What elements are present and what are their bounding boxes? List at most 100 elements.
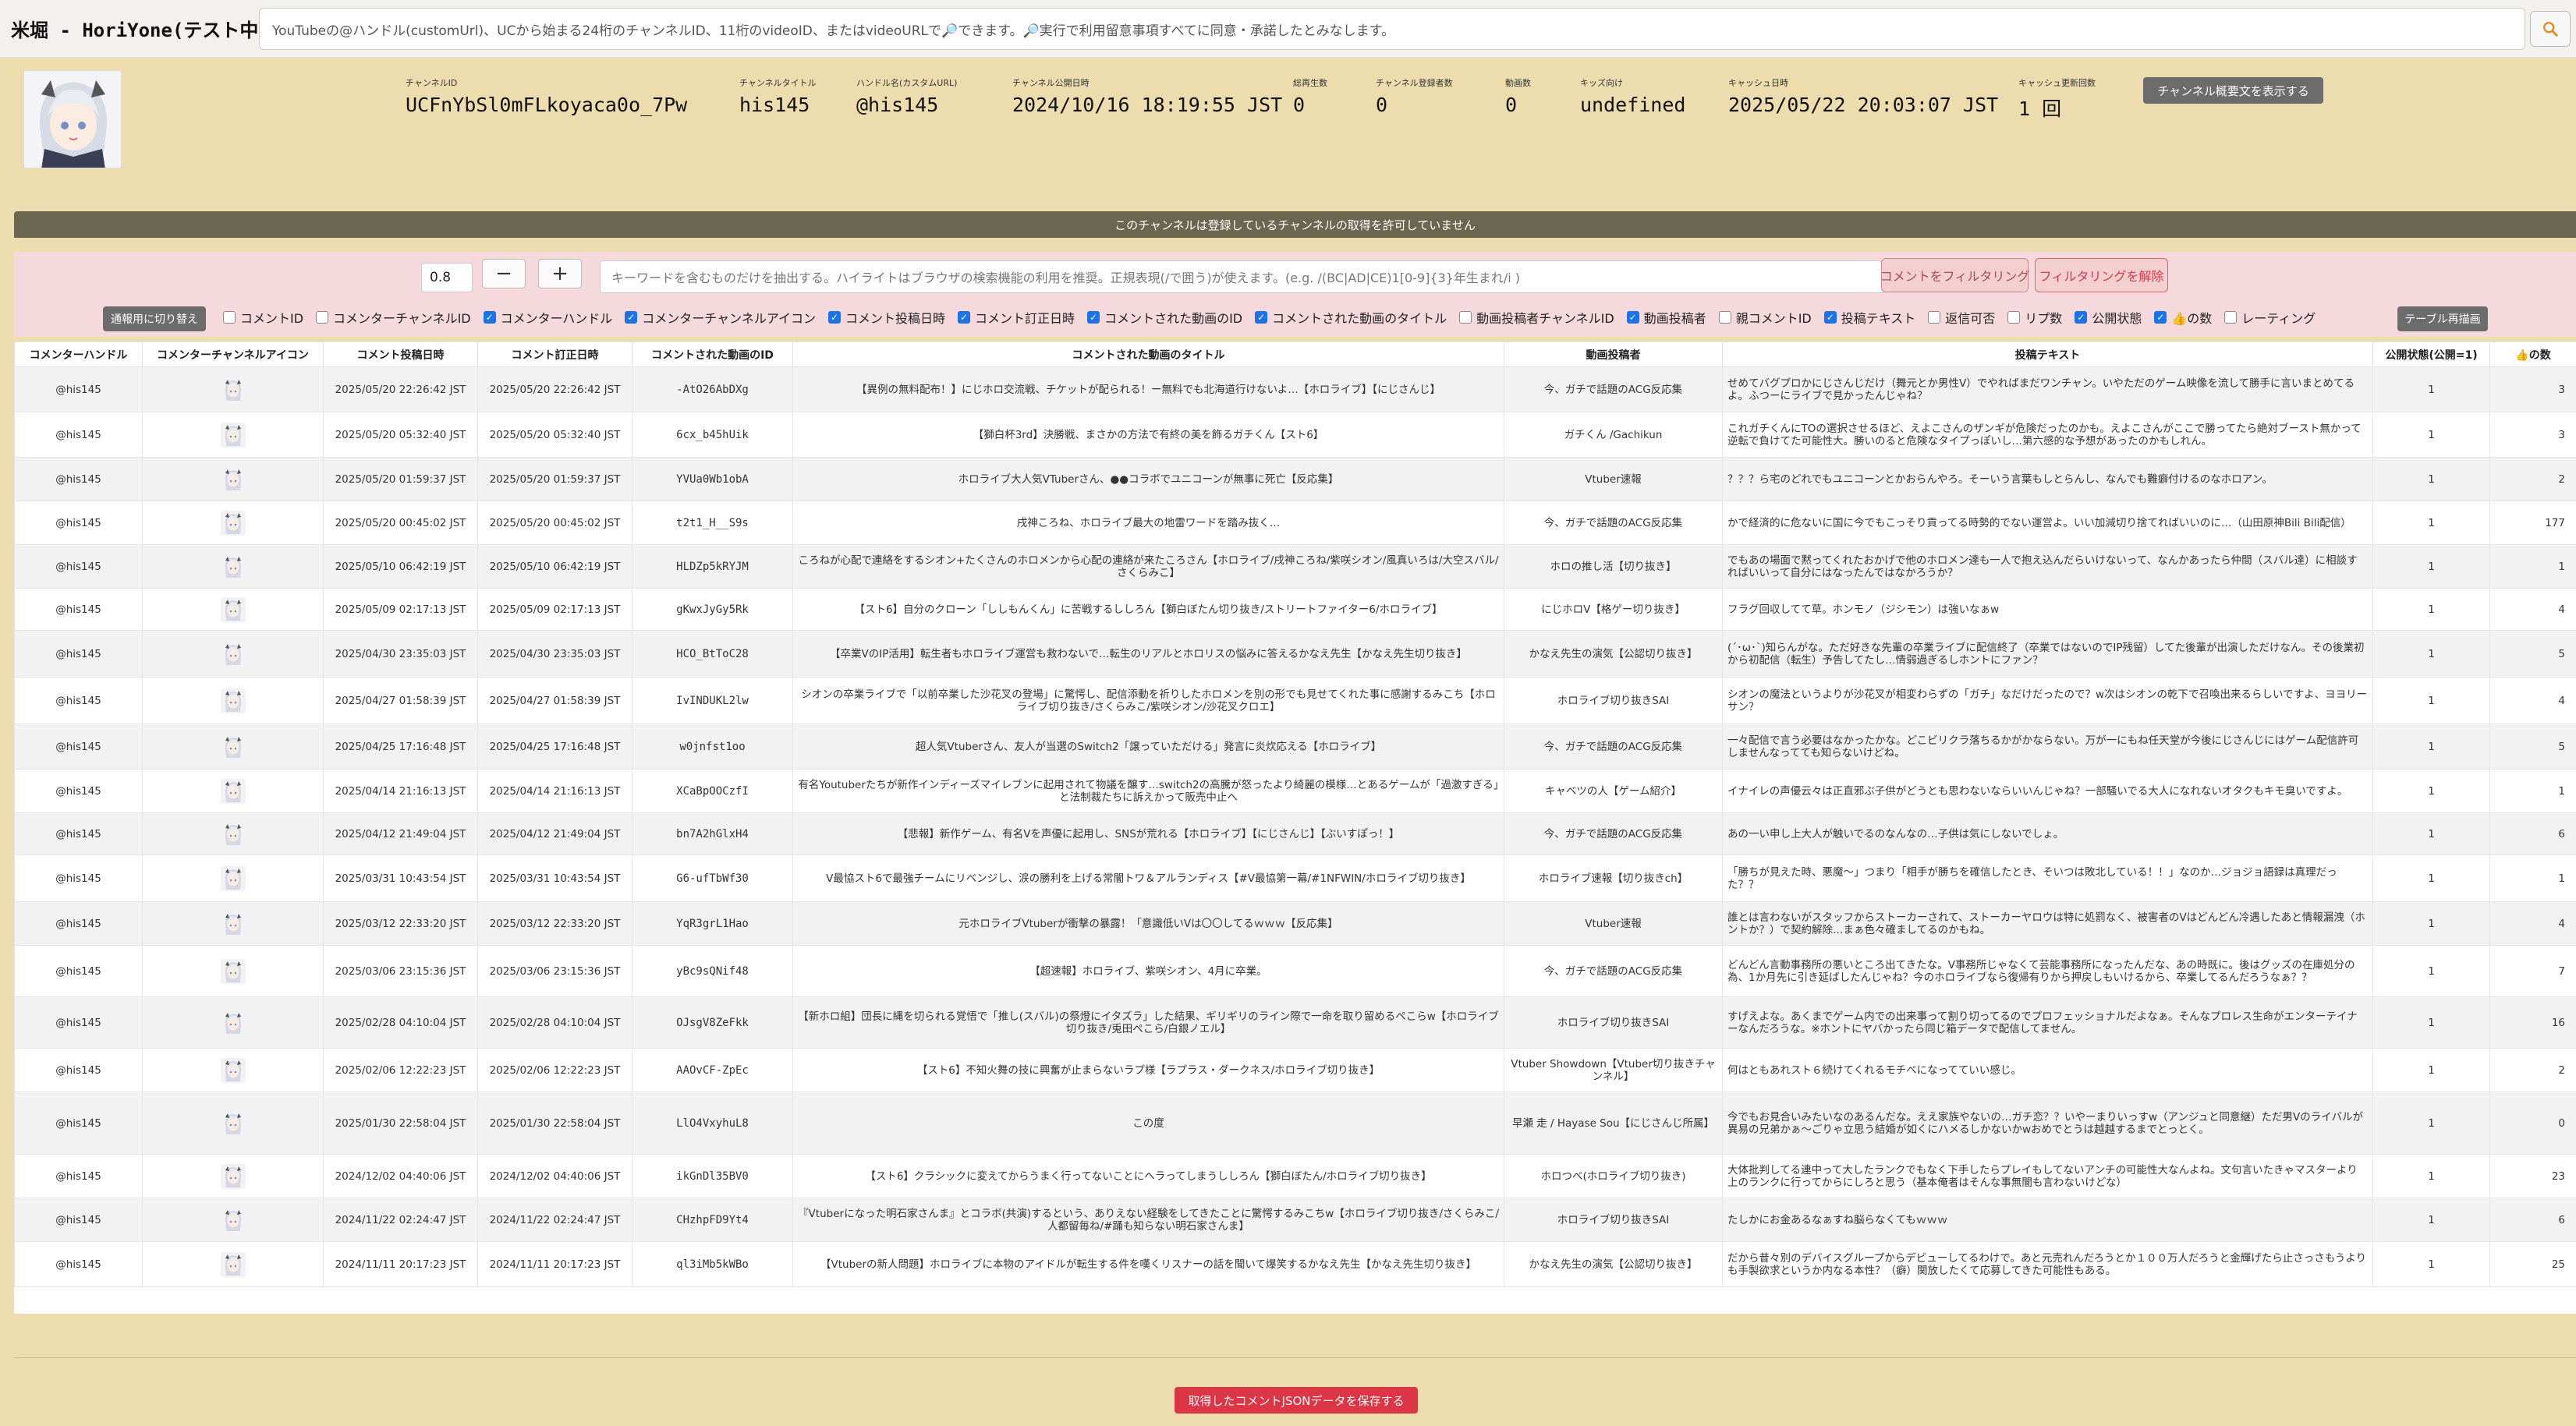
commenter-avatar[interactable] [220,688,246,713]
checkbox-unchecked-icon[interactable] [1718,311,1731,324]
checkbox-unchecked-icon[interactable] [316,311,329,324]
commenter-avatar[interactable] [220,958,246,984]
column-toggle[interactable]: ✓ コメンターハンドル [483,308,612,327]
keyword-input[interactable]: キーワードを含むものだけを抽出する。ハイライトはブラウザの検索機能の利用を推奨。… [600,260,1885,293]
commenter-avatar[interactable] [220,1010,246,1035]
column-toggle[interactable]: ✓ 公開状態 [2075,308,2142,327]
public-status-text: 1 [2428,516,2435,529]
checkbox-unchecked-icon[interactable] [1459,311,1472,324]
column-header[interactable]: コメントされた動画のID [632,341,793,367]
checkbox-checked-icon[interactable]: ✓ [625,311,638,324]
report-mode-button[interactable]: 通報用に切り替え [103,306,206,331]
column-header[interactable]: コメントされた動画のタイトル [792,341,1504,367]
clear-filter-button[interactable]: フィルタリングを解除 [2035,258,2168,292]
checkbox-unchecked-icon[interactable] [1928,311,1941,324]
column-toggle[interactable]: ✓ 👍の数 [2154,308,2212,327]
checkbox-checked-icon[interactable]: ✓ [2075,311,2088,324]
commenter-avatar[interactable] [220,1207,246,1233]
increment-button[interactable]: + [538,259,582,288]
save-json-button[interactable]: 取得したコメントJSONデータを保存する [1175,1387,1418,1414]
commenter-avatar[interactable] [220,778,246,804]
column-toggle[interactable]: ✓ コメント投稿日時 [828,308,945,327]
column-toggle[interactable]: ✓ 投稿テキスト [1823,308,1915,327]
video-title-cell: 戌神ころね、ホロライブ最大の地雷ワードを踏み抜く… [792,501,1504,545]
video-title-cell: 【獅白杯3rd】決勝戦、まさかの方法で有終の美を飾るガチくん【スト6】 [792,412,1504,458]
column-toggle[interactable]: リプ数 [2007,308,2062,327]
video-id-cell: ql3iMb5kWBo [632,1241,793,1287]
column-toggle[interactable]: ✓ コメントされた動画のタイトル [1255,308,1447,327]
checkbox-checked-icon[interactable]: ✓ [958,311,971,324]
column-header[interactable]: コメンターチャンネルアイコン [142,341,324,367]
commenter-avatar[interactable] [220,911,246,936]
decrement-button[interactable]: − [482,259,526,288]
video-id-text: OJsgV8ZeFkk [676,1016,749,1029]
public-status-cell: 1 [2372,544,2490,589]
column-header[interactable]: 公開状態(公開=1) [2372,341,2490,367]
commenter-avatar[interactable] [220,554,246,579]
edited-at-text: 2024/11/22 02:24:47 JST [489,1213,621,1226]
commenter-avatar[interactable] [220,510,246,536]
column-toggle[interactable]: レーティング [2224,308,2316,327]
checkbox-checked-icon[interactable]: ✓ [828,311,842,324]
video-author-cell: Vtuber速報 [1504,457,1723,501]
column-header[interactable]: 投稿テキスト [1722,341,2373,367]
search-input[interactable]: YouTubeの@ハンドル(customUrl)、UCから始まる24桁のチャンネ… [259,8,2525,50]
posted-at-cell: 2025/03/12 22:33:20 JST [323,901,478,946]
posted-at-text: 2024/11/22 02:24:47 JST [335,1213,466,1226]
show-description-button[interactable]: チャンネル概要文を表示する [2143,77,2323,104]
posted-at-cell: 2025/05/20 22:26:42 JST [323,366,478,412]
view-count-value: 0 [1293,94,1306,116]
column-header[interactable]: 動画投稿者 [1504,341,1723,367]
checkbox-unchecked-icon[interactable] [223,311,236,324]
comment-text-cell: でもあの場面で黙ってくれたおかげで他のホロメン達も一人で抱え込んだらいけないって… [1722,544,2373,589]
commenter-avatar-cell [142,769,324,813]
commenter-avatar[interactable] [220,422,246,448]
column-toggle[interactable]: ✓ 動画投稿者 [1626,308,1706,327]
column-toggle[interactable]: 動画投稿者チャンネルID [1459,308,1614,327]
commenter-avatar[interactable] [220,377,246,402]
column-toggle[interactable]: コメンターチャンネルID [316,308,471,327]
video-id-cell: gKwxJyGy5Rk [632,588,793,631]
redraw-table-button[interactable]: テーブル再描画 [2397,306,2488,331]
commenter-avatar[interactable] [220,865,246,891]
column-toggle-label: 返信可否 [1945,311,1996,326]
comment-text-text: 「勝ちが見えた時、悪魔～」つまり「相手が勝ちを確信したとき、そいつは敗北している… [1727,865,2337,891]
checkbox-checked-icon[interactable]: ✓ [483,311,496,324]
commenter-avatar[interactable] [220,641,246,667]
checkbox-checked-icon[interactable]: ✓ [1823,311,1837,324]
threshold-input[interactable]: 0.8 [421,263,473,292]
column-header[interactable]: コメント投稿日時 [323,341,478,367]
checkbox-checked-icon[interactable]: ✓ [1626,311,1639,324]
column-toggle[interactable]: 返信可否 [1928,308,1995,327]
column-header[interactable]: 👍の数 [2489,341,2576,367]
checkbox-unchecked-icon[interactable] [2224,311,2238,324]
checkbox-checked-icon[interactable]: ✓ [1087,311,1100,324]
checkbox-unchecked-icon[interactable] [2007,311,2021,324]
search-button[interactable] [2530,11,2571,47]
filter-comments-button[interactable]: コメントをフィルタリング [1880,258,2029,292]
commenter-avatar[interactable] [220,1163,246,1189]
commenter-avatar[interactable] [220,1057,246,1083]
video-author-cell: ホロライブ切り抜きSAI [1504,677,1723,724]
column-header[interactable]: コメンターハンドル [14,341,143,367]
channel-id-label: チャンネルID [406,78,458,88]
column-toggle[interactable]: ✓ コメント訂正日時 [958,308,1075,327]
posted-at-text: 2025/03/06 23:15:36 JST [335,964,466,978]
edited-at-cell: 2024/11/11 20:17:23 JST [477,1241,632,1287]
column-toggle[interactable]: コメントID [223,308,303,327]
commenter-avatar[interactable] [220,1110,246,1136]
commenter-avatar[interactable] [220,1251,246,1277]
commenter-avatar[interactable] [220,466,246,492]
column-header[interactable]: コメント訂正日時 [477,341,632,367]
checkbox-checked-icon[interactable]: ✓ [2154,311,2167,324]
column-toggle[interactable]: 親コメントID [1718,308,1812,327]
subscriber-count-label: チャンネル登録者数 [1376,78,1453,88]
posted-at-cell: 2025/04/30 23:35:03 JST [323,630,478,678]
commenter-avatar[interactable] [220,734,246,759]
column-toggle[interactable]: ✓ コメンターチャンネルアイコン [625,308,816,327]
checkbox-checked-icon[interactable]: ✓ [1255,311,1268,324]
commenter-avatar[interactable] [220,821,246,847]
commenter-avatar[interactable] [220,596,246,622]
column-toggle[interactable]: ✓ コメントされた動画のID [1087,308,1242,327]
column-toggle-label: 親コメントID [1735,311,1812,326]
